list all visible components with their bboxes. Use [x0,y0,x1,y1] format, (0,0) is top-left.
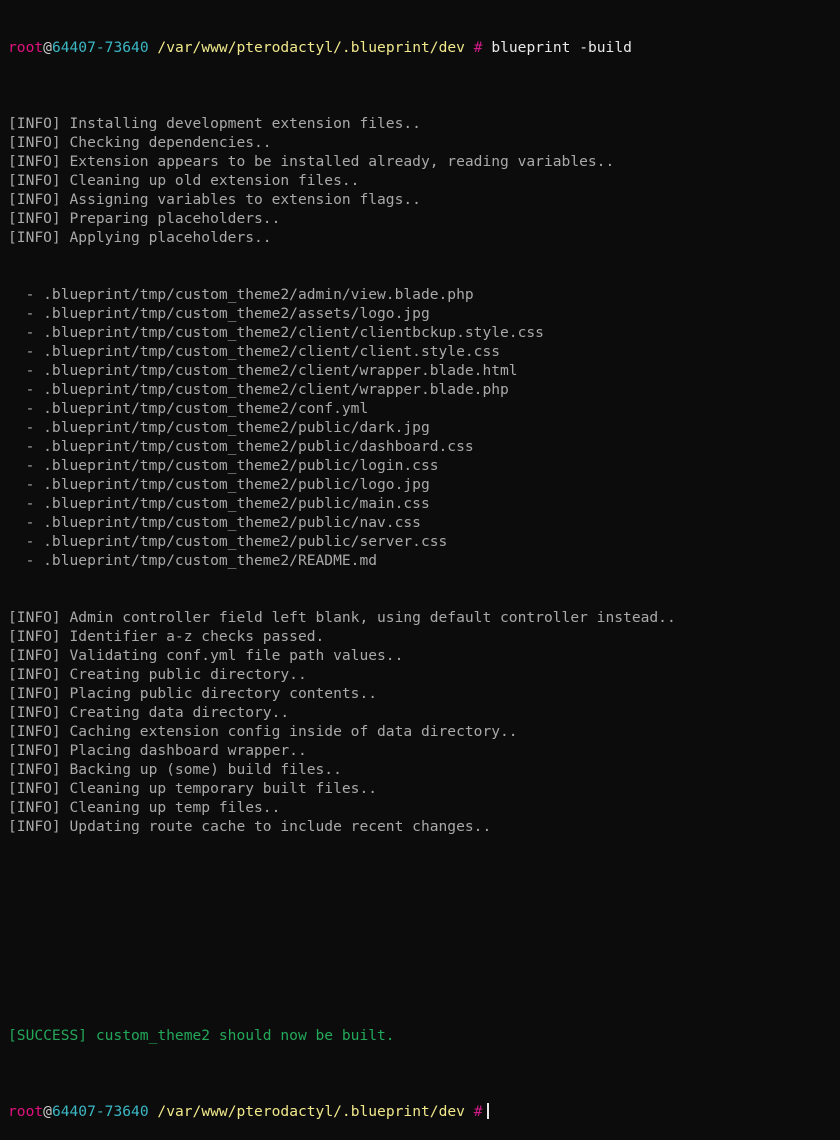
info-line: [INFO] Assigning variables to extension … [8,191,421,208]
file-line: - .blueprint/tmp/custom_theme2/client/cl… [8,324,544,341]
file-line: - .blueprint/tmp/custom_theme2/public/se… [8,533,448,550]
file-line: - .blueprint/tmp/custom_theme2/README.md [8,552,378,569]
file-line: - .blueprint/tmp/custom_theme2/public/da… [8,419,430,436]
info-log-block-1: [INFO] Installing development extension … [8,114,832,247]
info-line: [INFO] Extension appears to be installed… [8,153,615,170]
file-line: - .blueprint/tmp/custom_theme2/public/na… [8,514,421,531]
entered-command: blueprint -build [491,39,632,56]
file-line: - .blueprint/tmp/custom_theme2/assets/lo… [8,305,430,322]
info-line: [INFO] Applying placeholders.. [8,229,272,246]
info-line: [INFO] Placing dashboard wrapper.. [8,742,307,759]
active-prompt-line[interactable]: root@64407-73640 /var/www/pterodactyl/.b… [8,1102,832,1121]
info-line: [INFO] Preparing placeholders.. [8,210,281,227]
placeholder-file-list: - .blueprint/tmp/custom_theme2/admin/vie… [8,285,832,570]
command-line: root@64407-73640 /var/www/pterodactyl/.b… [8,38,832,57]
prompt-user: root [8,1103,44,1120]
info-line: [INFO] Placing public directory contents… [8,685,378,702]
info-line: [INFO] Creating public directory.. [8,666,307,683]
file-line: - .blueprint/tmp/custom_theme2/public/lo… [8,476,430,493]
info-line: [INFO] Backing up (some) build files.. [8,761,342,778]
info-line: [INFO] Checking dependencies.. [8,134,272,151]
success-message: [SUCCESS] custom_theme2 should now be bu… [8,1027,395,1044]
prompt-path: /var/www/pterodactyl/.blueprint/dev [157,1103,465,1120]
info-log-block-2: [INFO] Admin controller field left blank… [8,608,832,836]
info-line: [INFO] Updating route cache to include r… [8,818,492,835]
file-line: - .blueprint/tmp/custom_theme2/public/ma… [8,495,430,512]
file-line: - .blueprint/tmp/custom_theme2/admin/vie… [8,286,474,303]
info-line: [INFO] Cleaning up temporary built files… [8,780,378,797]
prompt-symbol: # [473,39,483,56]
prompt-symbol: # [473,1103,483,1120]
prompt-at: @ [43,39,52,56]
info-line: [INFO] Installing development extension … [8,115,421,132]
prompt-user: root [8,39,44,56]
prompt-host: 64407-73640 [51,1103,149,1120]
info-line: [INFO] Cleaning up old extension files.. [8,172,360,189]
prompt-host: 64407-73640 [51,39,149,56]
text-cursor[interactable] [486,1103,489,1119]
file-line: - .blueprint/tmp/custom_theme2/public/lo… [8,457,439,474]
file-line: - .blueprint/tmp/custom_theme2/client/cl… [8,343,501,360]
file-line: - .blueprint/tmp/custom_theme2/client/wr… [8,362,518,379]
file-line: - .blueprint/tmp/custom_theme2/public/da… [8,438,474,455]
info-line: [INFO] Identifier a-z checks passed. [8,628,325,645]
info-line: [INFO] Validating conf.yml file path val… [8,647,404,664]
prompt-path: /var/www/pterodactyl/.blueprint/dev [157,39,465,56]
prompt-at: @ [43,1103,52,1120]
info-line: [INFO] Caching extension config inside o… [8,723,518,740]
file-line: - .blueprint/tmp/custom_theme2/client/wr… [8,381,509,398]
info-line: [INFO] Creating data directory.. [8,704,290,721]
info-line: [INFO] Admin controller field left blank… [8,609,676,626]
file-line: - .blueprint/tmp/custom_theme2/conf.yml [8,400,369,417]
info-line: [INFO] Cleaning up temp files.. [8,799,281,816]
terminal-window[interactable]: root@64407-73640 /var/www/pterodactyl/.b… [0,0,840,1120]
